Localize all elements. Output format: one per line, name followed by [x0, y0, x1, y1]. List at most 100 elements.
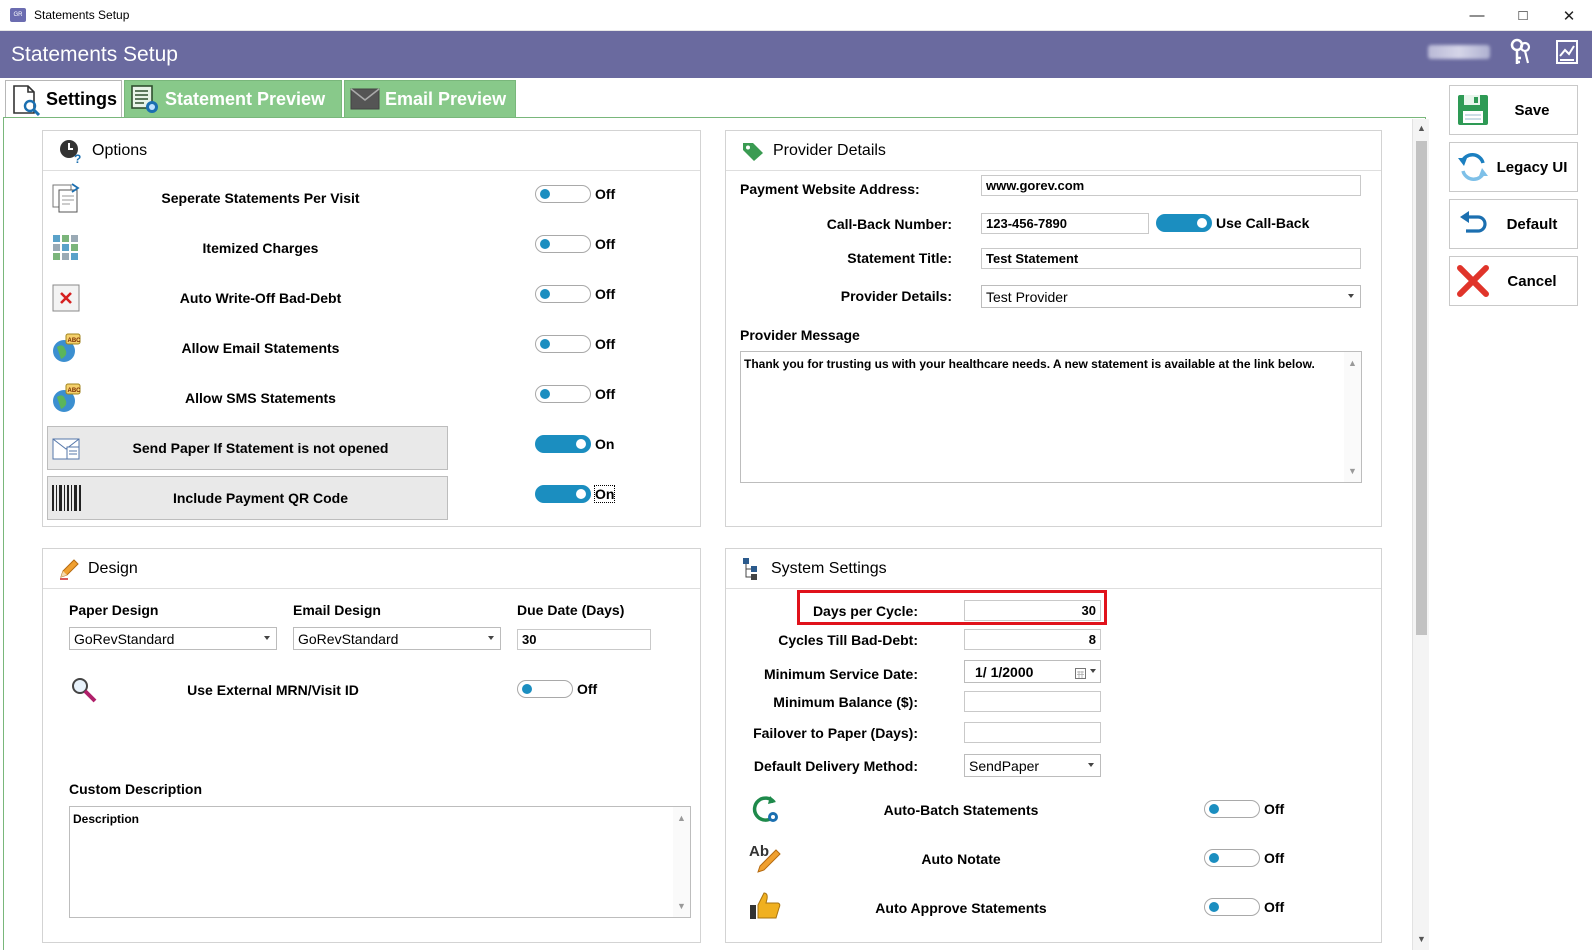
toggle-itemized-charges[interactable]: Off: [535, 235, 615, 253]
barcode-icon: [50, 481, 84, 515]
paper-design-select[interactable]: GoRevStandard: [69, 627, 277, 650]
clock-question-icon: ?: [58, 138, 84, 164]
page-title: Statements Setup: [11, 42, 178, 66]
grid-tiles-icon: [49, 231, 83, 265]
minimize-button[interactable]: —: [1454, 0, 1500, 31]
auto-notate-label: Auto Notate: [921, 851, 1001, 867]
system-settings-title: System Settings: [771, 559, 887, 577]
provider-message-textarea[interactable]: Thank you for trusting us with your heal…: [740, 351, 1362, 483]
paper-design-label: Paper Design: [69, 602, 159, 618]
toggle-allow-sms[interactable]: Off: [535, 385, 615, 403]
textarea-scrollbar[interactable]: ▲ ▼: [1344, 352, 1361, 482]
auto-approve-label: Auto Approve Statements: [875, 900, 1047, 916]
keys-icon[interactable]: [1506, 37, 1536, 67]
toggle-auto-notate[interactable]: Off: [1204, 849, 1284, 867]
provider-details-panel: Provider Details Payment Website Address…: [725, 130, 1382, 527]
provider-details-header: Provider Details: [726, 131, 1381, 171]
scrollbar-thumb[interactable]: [1416, 141, 1427, 635]
options-title: Options: [92, 141, 148, 159]
tab-email-preview[interactable]: Email Preview: [344, 80, 516, 118]
maximize-button[interactable]: □: [1500, 0, 1546, 31]
hierarchy-icon: [741, 556, 763, 582]
provider-details-select[interactable]: Test Provider: [981, 285, 1361, 308]
chevron-down-icon: [264, 636, 270, 640]
chevron-down-icon: [1348, 294, 1354, 298]
close-button[interactable]: ✕: [1546, 0, 1592, 31]
app-icon: GR: [10, 8, 26, 22]
option-label: Itemized Charges: [202, 240, 319, 256]
toggle-auto-batch[interactable]: Off: [1204, 800, 1284, 818]
default-delivery-select[interactable]: SendPaper: [964, 754, 1101, 777]
toggle-include-qr[interactable]: On: [535, 485, 616, 503]
failover-to-paper-input[interactable]: [964, 722, 1101, 743]
option-label: Include Payment QR Code: [172, 490, 349, 506]
tab-email-preview-label: Email Preview: [385, 88, 507, 109]
option-row-auto-write-off: Auto Write-Off Bad-Debt: [47, 276, 448, 320]
website-input[interactable]: www.gorev.com: [981, 175, 1361, 196]
toggle-external-mrn[interactable]: Off: [517, 680, 597, 698]
scroll-up-arrow-icon[interactable]: ▲: [1417, 123, 1426, 133]
design-title: Design: [88, 559, 138, 577]
option-row-include-qr[interactable]: Include Payment QR Code: [47, 476, 448, 520]
pencil-icon: [58, 558, 80, 580]
callback-label: Call-Back Number:: [826, 216, 952, 232]
undo-arrow-icon: [1453, 204, 1493, 244]
scroll-down-arrow-icon[interactable]: ▼: [1417, 934, 1426, 944]
red-x-icon: [1453, 261, 1493, 301]
design-header: Design: [43, 549, 700, 589]
toggle-auto-write-off[interactable]: Off: [535, 285, 615, 303]
minimum-service-date-picker[interactable]: 1/ 1/2000: [964, 660, 1101, 683]
tab-settings[interactable]: Settings: [5, 80, 122, 118]
options-header: ? Options: [43, 131, 700, 171]
default-delivery-label: Default Delivery Method:: [753, 758, 918, 774]
refresh-arrows-icon: [1453, 147, 1493, 187]
thumbs-up-icon: [748, 891, 784, 924]
statement-title-input[interactable]: Test Statement: [981, 248, 1361, 269]
callback-input[interactable]: 123-456-7890: [981, 213, 1149, 234]
refresh-gear-icon: [748, 792, 782, 829]
auto-batch-label: Auto-Batch Statements: [883, 802, 1039, 818]
option-label: Auto Write-Off Bad-Debt: [179, 290, 342, 306]
option-label: Seperate Statements Per Visit: [161, 190, 360, 206]
globe-abc-icon: ABC: [49, 331, 83, 365]
website-label: Payment Website Address:: [740, 181, 920, 197]
textarea-scrollbar[interactable]: ▲ ▼: [673, 807, 690, 917]
system-settings-header: System Settings: [726, 549, 1381, 589]
spell-check-pencil-icon: Ab: [748, 841, 784, 878]
legacy-ui-button[interactable]: Legacy UI: [1449, 142, 1578, 192]
report-chart-icon[interactable]: [1552, 37, 1582, 67]
main-scrollbar[interactable]: ▲ ▼: [1412, 119, 1429, 950]
toggle-send-paper[interactable]: On: [535, 435, 614, 453]
tag-icon: [741, 140, 765, 162]
toggle-use-callback[interactable]: Use Call-Back: [1156, 214, 1309, 232]
use-external-mrn-label: Use External MRN/Visit ID: [187, 682, 359, 698]
chevron-down-icon: [488, 636, 494, 640]
calendar-icon: [1075, 666, 1086, 682]
chevron-down-icon: [1088, 763, 1094, 767]
svg-text:ABC: ABC: [68, 338, 82, 344]
minimum-balance-input[interactable]: [964, 691, 1101, 712]
toggle-auto-approve[interactable]: Off: [1204, 898, 1284, 916]
cancel-button[interactable]: Cancel: [1449, 256, 1578, 306]
documents-copy-icon: [49, 181, 83, 215]
due-date-input[interactable]: 30: [517, 629, 651, 650]
email-design-select[interactable]: GoRevStandard: [293, 627, 501, 650]
user-name-blurred: [1428, 45, 1490, 59]
tab-statement-preview[interactable]: Statement Preview: [124, 80, 342, 118]
custom-description-label: Custom Description: [69, 781, 203, 797]
window-titlebar: GR Statements Setup — □ ✕: [0, 0, 1592, 31]
custom-description-textarea[interactable]: Description ▲ ▼: [69, 806, 691, 918]
toggle-allow-email[interactable]: Off: [535, 335, 615, 353]
highlight-box: [797, 590, 1107, 625]
option-row-send-paper[interactable]: Send Paper If Statement is not opened: [47, 426, 448, 470]
option-label: Allow SMS Statements: [185, 390, 336, 406]
svg-text:Ab: Ab: [749, 843, 769, 860]
cycles-till-bad-debt-input[interactable]: 8: [964, 629, 1101, 650]
option-row-separate-statements: Seperate Statements Per Visit: [47, 176, 448, 220]
toggle-separate-statements[interactable]: Off: [535, 185, 615, 203]
option-label: Send Paper If Statement is not opened: [132, 440, 389, 456]
document-delete-icon: [49, 281, 83, 315]
save-button[interactable]: Save: [1449, 85, 1578, 135]
email-design-label: Email Design: [293, 602, 381, 618]
default-button[interactable]: Default: [1449, 199, 1578, 249]
